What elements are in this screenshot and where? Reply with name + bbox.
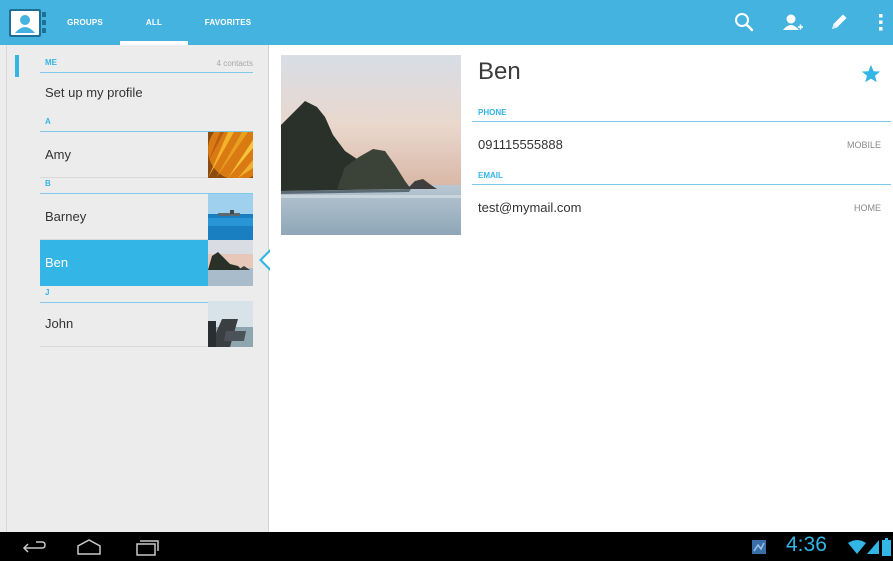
section-b-label: B	[45, 179, 51, 188]
contact-item-amy[interactable]: Amy	[40, 132, 253, 178]
section-header-a: A	[40, 114, 253, 132]
signal-icon	[867, 540, 879, 554]
star-icon[interactable]	[860, 63, 882, 85]
email-type: HOME	[854, 203, 881, 213]
contact-item-john[interactable]: John	[40, 301, 253, 347]
ocean-photo-thumbnail	[208, 194, 253, 240]
phone-number[interactable]: 091115555888	[478, 137, 563, 152]
contact-item-barney[interactable]: Barney	[40, 194, 253, 240]
contact-list-pane[interactable]: ME 4 contacts Set up my profile A Amy B …	[0, 45, 269, 532]
section-j-label: J	[45, 288, 50, 297]
tab-favorites[interactable]: FAVORITES	[190, 0, 266, 45]
sunflower-photo-thumbnail	[208, 132, 253, 178]
wifi-icon	[848, 540, 866, 554]
contact-name: Barney	[45, 209, 87, 224]
status-clock: 4:36	[786, 533, 827, 556]
rock-island-photo-thumbnail	[208, 240, 253, 286]
contact-name: Ben	[45, 255, 69, 270]
phone-type: MOBILE	[846, 140, 881, 150]
setup-profile-item[interactable]: Set up my profile	[40, 70, 253, 116]
fast-scroll-thumb[interactable]	[15, 55, 19, 77]
section-me-label: ME	[45, 58, 57, 67]
action-bar: GROUPS ALL FAVORITES	[0, 0, 893, 45]
home-icon[interactable]	[76, 537, 102, 557]
contact-photo	[281, 55, 461, 235]
recent-apps-icon[interactable]	[134, 537, 160, 557]
tab-all[interactable]: ALL	[120, 0, 188, 45]
contacts-app-icon[interactable]	[8, 7, 50, 39]
selection-pointer	[259, 249, 270, 271]
tab-groups[interactable]: GROUPS	[52, 0, 118, 45]
overflow-menu-icon[interactable]	[869, 10, 893, 34]
section-header-b: B	[40, 176, 253, 194]
tab-favorites-label: FAVORITES	[204, 18, 252, 27]
tab-all-label: ALL	[145, 18, 163, 27]
pane-edge-divider	[6, 45, 7, 532]
phone-section-label: PHONE	[478, 108, 507, 117]
tab-groups-label: GROUPS	[67, 18, 103, 27]
system-navigation-bar: 4:36	[0, 532, 893, 561]
notification-icon[interactable]	[751, 539, 767, 555]
contact-count: 4 contacts	[216, 59, 253, 68]
email-section-label: EMAIL	[478, 171, 503, 180]
add-contact-icon[interactable]	[780, 10, 804, 34]
section-a-label: A	[45, 117, 51, 126]
back-icon[interactable]	[20, 537, 46, 557]
email-section-header: EMAIL	[472, 171, 891, 185]
contact-name: John	[45, 316, 74, 331]
phone-section-header: PHONE	[472, 108, 891, 122]
contact-item-ben[interactable]: Ben	[40, 240, 253, 286]
setup-profile-label: Set up my profile	[45, 85, 143, 100]
pier-photo-thumbnail	[208, 301, 253, 347]
contact-name-title: Ben	[478, 58, 521, 85]
battery-icon	[882, 538, 891, 556]
edit-icon[interactable]	[827, 10, 851, 34]
email-address[interactable]: test@mymail.com	[478, 200, 582, 215]
contact-name: Amy	[45, 147, 71, 162]
search-icon[interactable]	[732, 10, 756, 34]
